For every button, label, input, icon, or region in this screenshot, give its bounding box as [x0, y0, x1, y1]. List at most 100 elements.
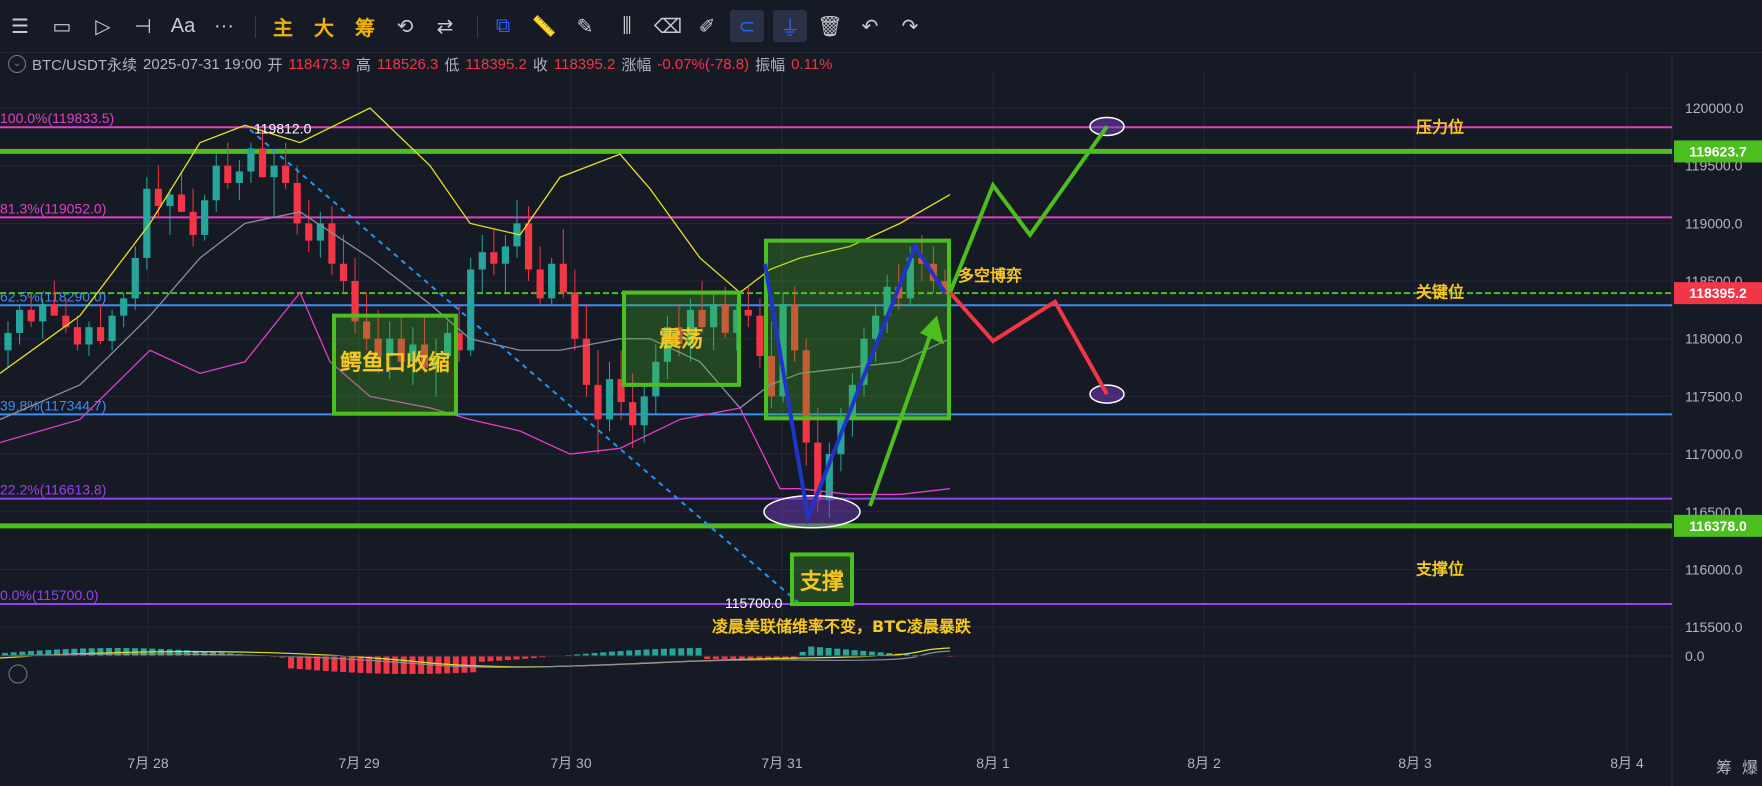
- line-tool-icon[interactable]: ⊣: [128, 10, 158, 42]
- main-indicator-button[interactable]: 主: [268, 10, 298, 42]
- box-label-range: 震荡: [659, 327, 703, 353]
- histogram-bar: [470, 656, 477, 673]
- candle-body: [629, 402, 637, 426]
- menu-icon[interactable]: ☰: [5, 10, 35, 42]
- candle-body: [467, 269, 475, 351]
- candle-body: [536, 269, 544, 299]
- price-tag-label: 118395.2: [1689, 285, 1747, 301]
- high-marker-label: 119812.0: [254, 121, 312, 137]
- histogram-bar: [158, 648, 165, 656]
- candle-body: [96, 327, 105, 342]
- candle-body: [640, 396, 648, 426]
- price-tag-label: 116378.0: [1689, 518, 1747, 534]
- x-tick-label: 8月 2: [1187, 755, 1221, 771]
- price-chart[interactable]: 115500.0116000.0116500.0117000.0117500.0…: [0, 52, 1762, 786]
- toolbar-separator: [255, 16, 256, 38]
- level-label: 支撑位: [1415, 559, 1464, 578]
- fib-level-label: 39.8%(117344.7): [0, 397, 106, 413]
- histogram-bar: [504, 656, 511, 661]
- redo-icon[interactable]: ↷: [895, 10, 925, 42]
- histogram-bar: [825, 647, 832, 656]
- top-toolbar: ☰ ▭ ▷ ⊣ Aa ··· 主大筹 ⟲ ⇄ ⧉ 📏 ✎ ⫼ ⌫ ✐ ⊂ ⏚ 🗑 ↶ ↷: [0, 0, 1762, 53]
- histogram-bar: [860, 650, 867, 656]
- histogram-bar: [652, 649, 659, 656]
- candle-body: [490, 252, 498, 264]
- histogram-bar: [461, 656, 468, 673]
- undo-icon[interactable]: ↶: [855, 10, 885, 42]
- price-tag-label: 119623.7: [1689, 143, 1747, 159]
- histogram-bar: [166, 649, 173, 656]
- fib-level-label: 22.2%(116613.8): [0, 482, 106, 498]
- candle-body: [293, 182, 301, 224]
- histogram-bar: [305, 656, 312, 670]
- histogram-bar: [834, 648, 841, 656]
- level-label: 压力位: [1416, 118, 1464, 137]
- toolbar-separator: [477, 16, 478, 38]
- y-tick-label: 119000.0: [1685, 215, 1743, 231]
- large-button[interactable]: 大: [309, 10, 339, 42]
- y-tick-label: 115500.0: [1685, 619, 1743, 635]
- candle-body: [201, 200, 209, 235]
- histogram-bar: [660, 648, 667, 656]
- ruler-icon[interactable]: 📏: [529, 10, 559, 42]
- histogram-bar: [808, 646, 815, 656]
- histogram-bar: [288, 656, 295, 669]
- candle-body: [50, 304, 58, 316]
- drawings-icon[interactable]: ⧉: [488, 10, 518, 42]
- histogram-bar: [418, 656, 425, 674]
- histogram-bar: [617, 651, 624, 656]
- delete-icon[interactable]: 🗑: [815, 10, 845, 42]
- burst-corner-label[interactable]: 爆: [1742, 754, 1758, 778]
- more-icon[interactable]: ···: [209, 10, 239, 42]
- histogram-bar: [106, 648, 113, 656]
- compare-icon[interactable]: ⇄: [430, 10, 460, 42]
- candle-body: [4, 332, 12, 351]
- chips-button[interactable]: 筹: [350, 10, 380, 42]
- cursor-icon[interactable]: ▷: [88, 10, 118, 42]
- indicator-zero-label: 0.0: [1685, 648, 1705, 664]
- bear-projection-path: [948, 291, 1109, 396]
- level-label: 关键位: [1416, 283, 1464, 302]
- histogram-bar: [799, 651, 806, 656]
- candle-body: [247, 148, 255, 172]
- histogram-bar: [513, 656, 520, 660]
- indicator-icon[interactable]: ⫼: [612, 10, 642, 42]
- candle-body: [85, 327, 93, 345]
- candle-body: [744, 309, 752, 316]
- histogram-bar: [816, 647, 823, 656]
- y-tick-label: 117500.0: [1685, 388, 1743, 404]
- histogram-bar: [487, 656, 494, 662]
- x-tick-label: 8月 4: [1610, 755, 1644, 771]
- candle-body: [270, 165, 278, 178]
- candle-body: [282, 165, 290, 183]
- magnet-icon[interactable]: ⊂: [730, 10, 764, 42]
- rectangle-icon[interactable]: ▭: [47, 10, 77, 42]
- candle-body: [189, 211, 197, 235]
- candle-body: [15, 309, 24, 333]
- support-box-label: 支撑: [800, 570, 844, 595]
- candle-body: [177, 194, 186, 212]
- x-tick-label: 7月 29: [338, 755, 379, 771]
- candle-body: [27, 309, 35, 322]
- y-tick-label: 116000.0: [1685, 561, 1743, 577]
- y-tick-label: 120000.0: [1685, 100, 1744, 116]
- replay-icon[interactable]: ⟲: [390, 10, 420, 42]
- candle-body: [478, 252, 486, 270]
- filter-icon[interactable]: ⏚: [773, 10, 807, 42]
- pen-icon[interactable]: ✎: [570, 10, 600, 42]
- trash-bin-icon[interactable]: ⌫: [653, 10, 683, 42]
- candle-body: [571, 292, 579, 339]
- histogram-bar: [357, 656, 364, 673]
- chips-corner-label[interactable]: 筹: [1716, 754, 1732, 778]
- edit-icon[interactable]: ✐: [692, 10, 722, 42]
- histogram-bar: [608, 651, 615, 656]
- histogram-bar: [392, 656, 399, 674]
- y-tick-label: 117000.0: [1685, 446, 1743, 462]
- text-tool-icon[interactable]: Aa: [166, 10, 200, 42]
- candle-body: [108, 315, 116, 342]
- indicator-collapse-icon: [8, 664, 28, 684]
- low-marker-label: 115700.0: [725, 595, 783, 611]
- histogram-bar: [686, 648, 693, 656]
- histogram-bar: [600, 652, 607, 656]
- y-tick-label: 118000.0: [1685, 331, 1743, 347]
